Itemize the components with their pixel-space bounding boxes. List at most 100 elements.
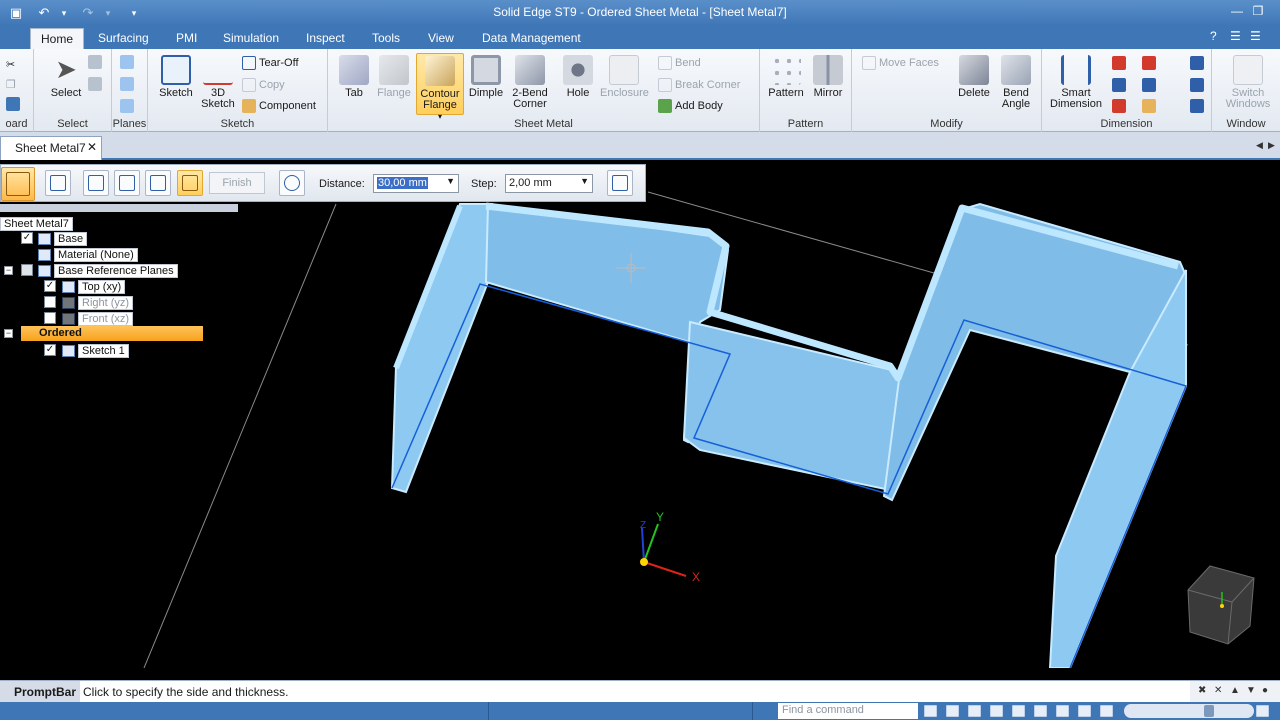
tear-off-button[interactable]: Tear-Off [242, 54, 299, 72]
tree-node-sketch1[interactable]: Sketch 1 [62, 343, 129, 358]
pattern-button[interactable]: Pattern [762, 53, 810, 115]
close-document-icon[interactable]: ✕ [87, 140, 97, 154]
extent-step-button[interactable] [177, 170, 203, 196]
zoom-in-icon[interactable] [1256, 705, 1269, 717]
tree-node-material[interactable]: Material (None) [38, 247, 138, 262]
help-icon[interactable]: ? [1210, 29, 1217, 43]
rotate-icon[interactable] [1034, 705, 1047, 717]
break-corner-button[interactable]: Break Corner [658, 76, 740, 94]
annotation-text-icon[interactable] [1190, 76, 1207, 94]
side-step-button[interactable] [145, 170, 171, 196]
zoom-slider[interactable] [1124, 704, 1254, 718]
tree-node-right-plane[interactable]: Right (yz) [62, 295, 134, 310]
2-bend-corner-button[interactable]: 2-Bend Corner [506, 53, 554, 115]
front-plane-checkbox[interactable] [44, 312, 56, 324]
step-dropdown-icon[interactable]: ▼ [580, 176, 589, 186]
tab-view[interactable]: View [418, 28, 464, 49]
cut-icon[interactable]: ✂ [6, 55, 15, 73]
distance-dropdown-icon[interactable]: ▼ [446, 176, 455, 186]
copy-button[interactable]: Copy [242, 76, 285, 94]
plane-angled-icon[interactable] [120, 75, 137, 93]
pan-icon[interactable] [1012, 705, 1025, 717]
ribbon-menu-icon[interactable]: ☰ [1250, 29, 1261, 43]
base-checkbox[interactable]: ✓ [21, 232, 33, 244]
tab-simulation[interactable]: Simulation [213, 28, 289, 49]
fit-icon[interactable] [990, 705, 1003, 717]
minimize-icon[interactable]: — [1228, 4, 1246, 20]
tree-node-ordered[interactable]: Ordered [21, 326, 203, 341]
step-field[interactable]: 2,00 mm ▼ [505, 174, 593, 193]
zoom-icon[interactable] [968, 705, 981, 717]
paste-icon[interactable] [6, 95, 23, 113]
select-plane-step-button[interactable] [83, 170, 109, 196]
restore-icon[interactable]: ❐ [1249, 4, 1267, 20]
ref-planes-checkbox[interactable] [21, 264, 33, 276]
filter-icon[interactable] [88, 53, 105, 71]
tree-node-root[interactable]: Sheet Metal7 [0, 216, 73, 231]
pathfinder-grip[interactable] [0, 204, 238, 212]
scroll-tabs-right-icon[interactable]: ▶ [1268, 140, 1275, 151]
smart-dimension-button[interactable]: Smart Dimension [1046, 53, 1106, 115]
options-button[interactable] [45, 170, 71, 196]
coordinate-system-icon[interactable] [120, 97, 137, 115]
tree-node-front-plane[interactable]: Front (xz) [62, 311, 134, 326]
symmetric-extent-button[interactable] [279, 170, 305, 196]
run-command-icon[interactable] [924, 705, 937, 717]
add-body-button[interactable]: Add Body [658, 97, 723, 115]
mirror-button[interactable]: Mirror [804, 53, 852, 115]
distance-field[interactable]: 30,00 mm ▼ [373, 174, 459, 193]
3d-sketch-button[interactable]: 3D Sketch [194, 53, 242, 115]
sketch-view-icon[interactable] [1056, 705, 1069, 717]
tab-tools[interactable]: Tools [362, 28, 410, 49]
enclosure-button[interactable]: Enclosure [600, 53, 649, 115]
coordinate-dimension-icon[interactable] [1112, 97, 1129, 115]
scroll-tabs-left-icon[interactable]: ◀ [1256, 140, 1263, 151]
bend-angle-button[interactable]: Bend Angle [992, 53, 1040, 115]
bend-button[interactable]: Bend [658, 54, 701, 72]
connect-icon[interactable] [1142, 76, 1159, 94]
contour-flange-step-button[interactable] [1, 167, 35, 201]
right-plane-checkbox[interactable] [44, 296, 56, 308]
view-cube[interactable] [1187, 565, 1255, 645]
select-button[interactable]: ➤ Select [42, 53, 90, 115]
styles-icon[interactable] [1100, 705, 1113, 717]
ref-planes-expand-icon[interactable]: − [4, 266, 13, 275]
angle-between-icon[interactable] [1112, 76, 1129, 94]
prompt-pin-icon[interactable]: ● [1262, 685, 1268, 696]
flange-button[interactable]: Flange [370, 53, 418, 115]
switch-windows-button[interactable]: Switch Windows [1218, 53, 1278, 115]
select-tools-icon[interactable] [88, 75, 105, 93]
tab-surfacing[interactable]: Surfacing [88, 28, 159, 49]
prompt-down-icon[interactable]: ▼ [1246, 685, 1256, 696]
relate-icon[interactable] [1142, 54, 1159, 72]
dimple-button[interactable]: Dimple [462, 53, 510, 115]
ribbon-options-icon[interactable]: ☰ [1230, 29, 1241, 43]
tab-pmi[interactable]: PMI [166, 28, 207, 49]
sketch1-checkbox[interactable]: ✓ [44, 344, 56, 356]
plane-icon[interactable] [120, 53, 137, 71]
sketch-button[interactable]: Sketch [152, 53, 200, 115]
contour-flange-body[interactable] [390, 202, 1188, 668]
find-command-input[interactable]: Find a command [778, 703, 918, 719]
zoom-slider-thumb[interactable] [1204, 705, 1214, 717]
tab-home[interactable]: Home [30, 28, 85, 49]
annotation-style-icon[interactable] [1190, 97, 1207, 115]
ordered-expand-icon[interactable]: − [4, 329, 13, 338]
component-button[interactable]: Component [242, 97, 316, 115]
cancel-command-button[interactable] [607, 170, 633, 196]
prompt-up-icon[interactable]: ▲ [1230, 685, 1240, 696]
tree-node-base[interactable]: Base [38, 231, 88, 246]
prompt-collapse-icon[interactable]: ✖ [1198, 685, 1206, 696]
tree-node-top-plane[interactable]: Top (xy) [62, 279, 126, 294]
lock-dimension-icon[interactable] [1142, 97, 1159, 115]
document-tab[interactable]: Sheet Metal7 ✕ [0, 136, 102, 160]
contour-flange-button[interactable]: Contour Flange ▾ [416, 53, 464, 121]
move-faces-button[interactable]: Move Faces [862, 54, 939, 72]
annotation-a-icon[interactable] [1190, 54, 1207, 72]
finish-button[interactable]: Finish [209, 172, 265, 194]
top-plane-checkbox[interactable]: ✓ [44, 280, 56, 292]
draw-profile-step-button[interactable] [114, 170, 140, 196]
tab-inspect[interactable]: Inspect [296, 28, 355, 49]
hole-button[interactable]: Hole [554, 53, 602, 115]
tree-node-ref-planes[interactable]: Base Reference Planes [38, 263, 178, 278]
